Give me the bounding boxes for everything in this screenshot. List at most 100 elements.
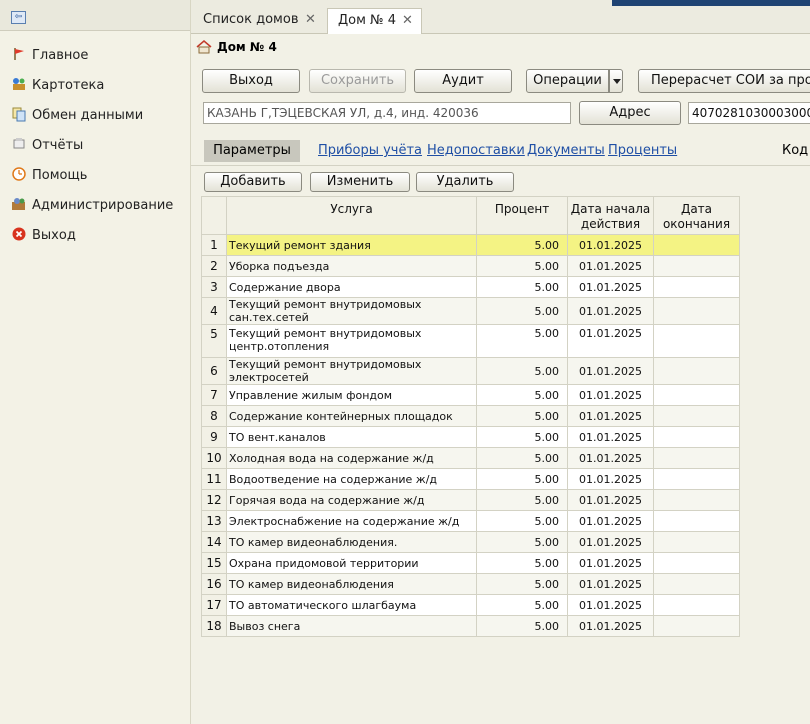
start-date-cell[interactable]: 01.01.2025: [567, 255, 654, 277]
percent-cell[interactable]: 5.00: [476, 384, 568, 406]
address-button[interactable]: Адрес: [579, 101, 681, 125]
service-cell[interactable]: Уборка подъезда: [226, 255, 477, 277]
end-date-cell[interactable]: [653, 255, 740, 277]
start-date-cell[interactable]: 01.01.2025: [567, 384, 654, 406]
end-date-cell[interactable]: [653, 276, 740, 298]
percent-cell[interactable]: 5.00: [476, 276, 568, 298]
end-date-cell[interactable]: [653, 468, 740, 490]
table-row[interactable]: 12 Горячая вода на содержание ж/д 5.00 01.0…: [201, 489, 740, 511]
audit-button[interactable]: Аудит: [414, 69, 512, 93]
service-cell[interactable]: Содержание контейнерных площадок: [226, 405, 477, 427]
row-number-cell[interactable]: 14: [201, 531, 227, 553]
sidebar-item-exit[interactable]: Выход: [0, 220, 190, 250]
tab-house-4[interactable]: Дом № 4 ✕: [327, 8, 422, 34]
row-number-cell[interactable]: 6: [201, 357, 227, 385]
tab-parameters[interactable]: Параметры: [204, 140, 300, 162]
recalc-soi-button[interactable]: Перерасчет СОИ за прошл: [638, 69, 810, 93]
end-date-cell[interactable]: [653, 426, 740, 448]
percent-cell[interactable]: 5.00: [476, 489, 568, 511]
percent-cell[interactable]: 5.00: [476, 552, 568, 574]
tab-shortfalls[interactable]: Недопоставки: [427, 143, 525, 158]
percent-cell[interactable]: 5.00: [476, 615, 568, 637]
column-header-start-date[interactable]: Дата начала действия: [567, 196, 654, 235]
table-row[interactable]: 14 ТО камер видеонаблюдения. 5.00 01.01.202…: [201, 531, 740, 553]
tab-houses-list[interactable]: Список домов ✕: [193, 8, 323, 33]
row-number-cell[interactable]: 11: [201, 468, 227, 490]
start-date-cell[interactable]: 01.01.2025: [567, 447, 654, 469]
end-date-cell[interactable]: [653, 447, 740, 469]
service-cell[interactable]: Текущий ремонт внутридомовых электросете…: [226, 357, 477, 385]
row-number-cell[interactable]: 12: [201, 489, 227, 511]
service-cell[interactable]: Текущий ремонт внутридомовых сан.тех.сет…: [226, 297, 477, 325]
end-date-cell[interactable]: [653, 357, 740, 385]
start-date-cell[interactable]: 01.01.2025: [567, 468, 654, 490]
service-cell[interactable]: Текущий ремонт здания: [226, 234, 477, 256]
service-cell[interactable]: ТО автоматического шлагбаума: [226, 594, 477, 616]
start-date-cell[interactable]: 01.01.2025: [567, 276, 654, 298]
end-date-cell[interactable]: [653, 552, 740, 574]
save-button[interactable]: Сохранить: [309, 69, 406, 93]
edit-button[interactable]: Изменить: [310, 172, 410, 192]
row-number-cell[interactable]: 7: [201, 384, 227, 406]
column-header-percent[interactable]: Процент: [476, 196, 568, 235]
row-number-cell[interactable]: 16: [201, 573, 227, 595]
row-number-cell[interactable]: 5: [201, 324, 227, 358]
table-row[interactable]: 5 Текущий ремонт внутридомовых центр.отопл…: [201, 324, 740, 358]
start-date-cell[interactable]: 01.01.2025: [567, 615, 654, 637]
start-date-cell[interactable]: 01.01.2025: [567, 324, 654, 358]
chevron-down-icon[interactable]: [609, 69, 623, 93]
percent-cell[interactable]: 5.00: [476, 255, 568, 277]
table-row[interactable]: 16 ТО камер видеонаблюдения 5.00 01.01.2025: [201, 573, 740, 595]
row-number-cell[interactable]: 15: [201, 552, 227, 574]
percent-cell[interactable]: 5.00: [476, 531, 568, 553]
row-number-cell[interactable]: 8: [201, 405, 227, 427]
row-number-cell[interactable]: 2: [201, 255, 227, 277]
percent-cell[interactable]: 5.00: [476, 447, 568, 469]
close-icon[interactable]: ✕: [402, 9, 413, 33]
table-row[interactable]: 3 Содержание двора 5.00 01.01.2025: [201, 276, 740, 298]
service-cell[interactable]: ТО камер видеонаблюдения: [226, 573, 477, 595]
end-date-cell[interactable]: [653, 573, 740, 595]
collapse-sidebar-icon[interactable]: ⇦: [11, 11, 26, 24]
service-cell[interactable]: Холодная вода на содержание ж/д: [226, 447, 477, 469]
end-date-cell[interactable]: [653, 615, 740, 637]
column-header-service[interactable]: Услуга: [226, 196, 477, 235]
end-date-cell[interactable]: [653, 384, 740, 406]
delete-button[interactable]: Удалить: [416, 172, 514, 192]
row-number-cell[interactable]: 17: [201, 594, 227, 616]
start-date-cell[interactable]: 01.01.2025: [567, 297, 654, 325]
end-date-cell[interactable]: [653, 234, 740, 256]
account-field[interactable]: 40702810300030000: [688, 102, 810, 124]
start-date-cell[interactable]: 01.01.2025: [567, 573, 654, 595]
table-row[interactable]: 9 ТО вент.каналов 5.00 01.01.2025: [201, 426, 740, 448]
table-row[interactable]: 13 Электроснабжение на содержание ж/д 5.00…: [201, 510, 740, 532]
service-cell[interactable]: Электроснабжение на содержание ж/д: [226, 510, 477, 532]
row-number-cell[interactable]: 1: [201, 234, 227, 256]
address-field[interactable]: КАЗАНЬ Г,ТЭЦЕВСКАЯ УЛ, д.4, инд. 420036: [203, 102, 571, 124]
percent-cell[interactable]: 5.00: [476, 510, 568, 532]
end-date-cell[interactable]: [653, 405, 740, 427]
table-row[interactable]: 6 Текущий ремонт внутридомовых электросет…: [201, 357, 740, 385]
start-date-cell[interactable]: 01.01.2025: [567, 357, 654, 385]
service-cell[interactable]: Вывоз снега: [226, 615, 477, 637]
table-row[interactable]: 8 Содержание контейнерных площадок 5.00 01.…: [201, 405, 740, 427]
service-cell[interactable]: Горячая вода на содержание ж/д: [226, 489, 477, 511]
percent-cell[interactable]: 5.00: [476, 405, 568, 427]
start-date-cell[interactable]: 01.01.2025: [567, 531, 654, 553]
table-row[interactable]: 7 Управление жилым фондом 5.00 01.01.2025: [201, 384, 740, 406]
percent-cell[interactable]: 5.00: [476, 573, 568, 595]
service-cell[interactable]: Содержание двора: [226, 276, 477, 298]
table-row[interactable]: 18 Вывоз снега 5.00 01.01.2025: [201, 615, 740, 637]
sidebar-item-reports[interactable]: Отчёты: [0, 130, 190, 160]
sidebar-item-admin[interactable]: Администрирование: [0, 190, 190, 220]
table-row[interactable]: 4 Текущий ремонт внутридомовых сан.тех.се…: [201, 297, 740, 325]
sidebar-item-data-exchange[interactable]: Обмен данными: [0, 100, 190, 130]
table-row[interactable]: 11 Водоотведение на содержание ж/д 5.00 01.…: [201, 468, 740, 490]
start-date-cell[interactable]: 01.01.2025: [567, 234, 654, 256]
table-row[interactable]: 17 ТО автоматического шлагбаума 5.00 01.01.…: [201, 594, 740, 616]
end-date-cell[interactable]: [653, 297, 740, 325]
tab-documents[interactable]: Документы: [527, 143, 605, 158]
service-cell[interactable]: Водоотведение на содержание ж/д: [226, 468, 477, 490]
table-row[interactable]: 2 Уборка подъезда 5.00 01.01.2025: [201, 255, 740, 277]
percent-cell[interactable]: 5.00: [476, 324, 568, 358]
